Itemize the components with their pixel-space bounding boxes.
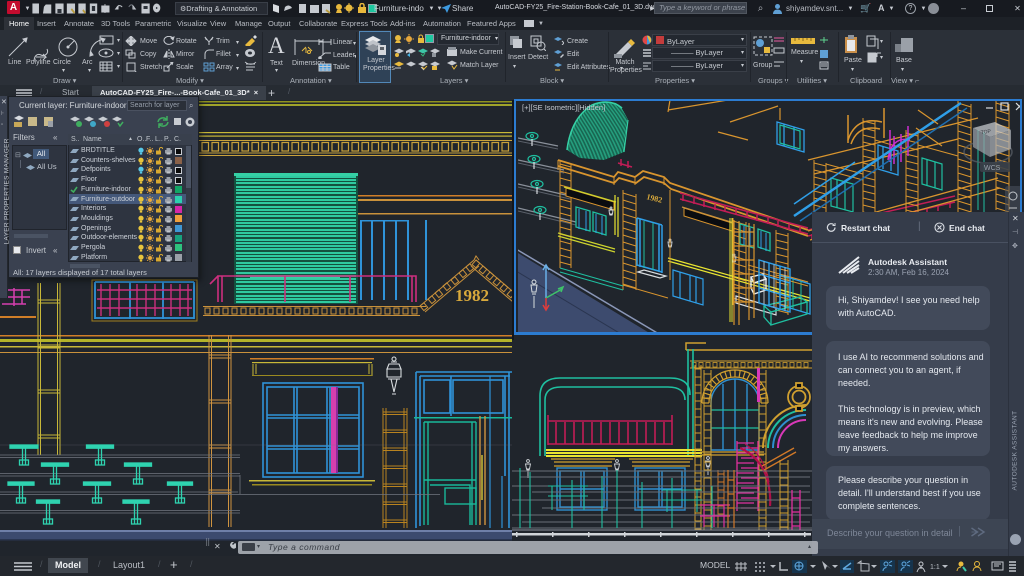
svg-text:1982: 1982 xyxy=(455,286,489,305)
svg-text:1982: 1982 xyxy=(646,192,664,205)
svg-text:[+][SE Isometric][Hidden]: [+][SE Isometric][Hidden] xyxy=(522,103,605,112)
svg-text:1:1: 1:1 xyxy=(930,564,940,571)
svg-text:WCS: WCS xyxy=(984,165,1001,172)
